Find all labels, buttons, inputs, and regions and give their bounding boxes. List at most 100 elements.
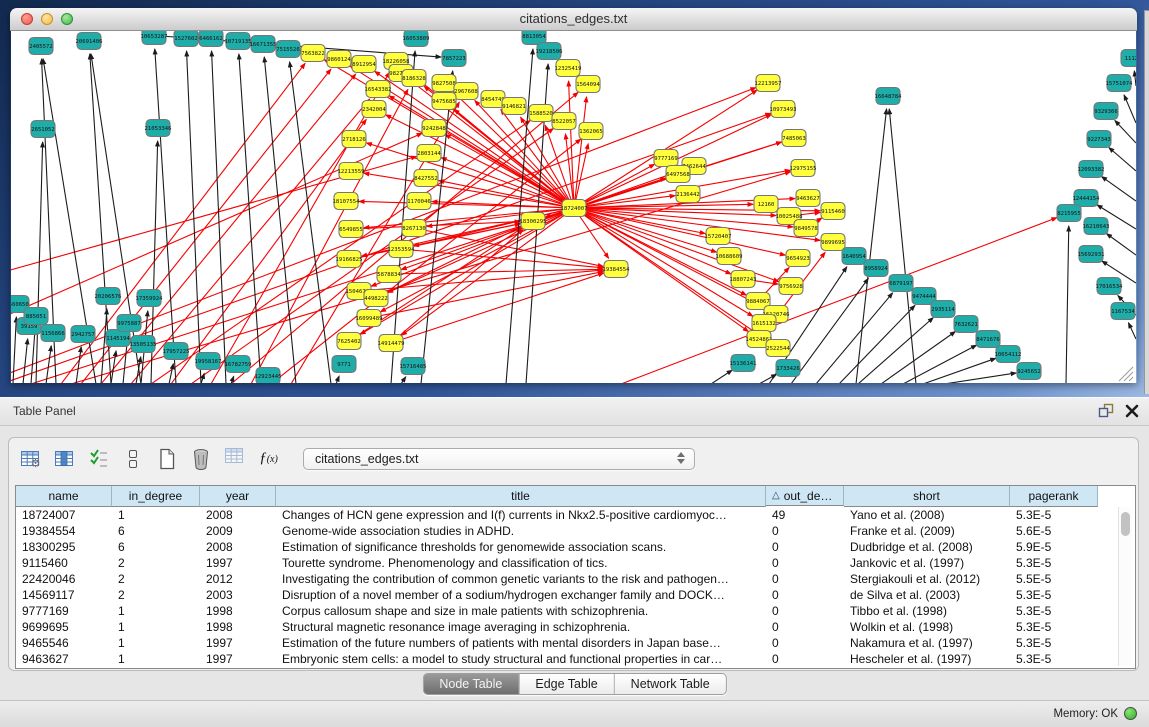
table-cell[interactable]: 2012 [200,571,276,587]
graph-node[interactable]: 4498222 [364,290,388,307]
graph-node[interactable]: 9245652 [1017,363,1041,380]
table-cell[interactable]: Investigating the contribution of common… [276,571,766,587]
graph-node[interactable]: 2942757 [71,326,95,343]
table-cell[interactable]: 0 [766,523,844,539]
table-cell[interactable]: 2009 [200,523,276,539]
graph-node[interactable]: 2803144 [417,145,441,162]
network-window-titlebar[interactable]: citations_edges.txt [10,8,1137,31]
citation-edge-black[interactable] [201,373,204,383]
table-cell[interactable]: Hescheler et al. (1997) [844,651,1010,667]
graph-node[interactable]: 10719135 [225,33,252,50]
table-cell[interactable]: 1998 [200,619,276,635]
citation-edge-black[interactable] [816,293,893,383]
resize-grip-icon[interactable] [1124,372,1133,381]
graph-node[interactable]: 6497568 [666,166,690,183]
citation-edge-black[interactable] [1115,120,1136,143]
table-cell[interactable]: Estimation of significance thresholds fo… [276,539,766,555]
graph-node[interactable]: 1564094 [576,76,600,93]
table-cell[interactable]: 1997 [200,555,276,571]
table-cell[interactable]: Stergiakouli et al. (2012) [844,571,1010,587]
table-cell[interactable]: 2 [112,587,200,603]
tab-edge-table[interactable]: Edge Table [518,674,613,694]
graph-node[interactable]: 7515526 [276,41,300,58]
table-cell[interactable]: de Silva et al. (2003) [844,587,1010,603]
select-column-icon[interactable] [51,445,78,472]
graph-node[interactable]: 9975887 [117,315,141,332]
graph-node[interactable]: 12325419 [555,60,582,77]
graph-node[interactable]: 16053809 [403,31,430,47]
table-cell[interactable]: 5.6E-5 [1010,523,1098,539]
graph-node[interactable]: 2405572 [29,38,53,55]
table-cell[interactable]: 9115460 [16,555,112,571]
graph-node[interactable]: 10654112 [995,346,1022,363]
graph-node[interactable]: 6879197 [889,275,913,292]
table-cell[interactable]: Jankovic et al. (1997) [844,555,1010,571]
graph-node[interactable]: 17359924 [136,290,164,307]
citation-edge-black[interactable] [711,370,732,383]
float-panel-icon[interactable] [1098,403,1114,423]
graph-node[interactable]: 8186328 [402,70,426,87]
table-cell[interactable]: 14569117 [16,587,112,603]
graph-node[interactable]: 1156866 [41,325,65,342]
graph-node[interactable]: 1588520 [529,105,553,122]
table-cell[interactable]: 1997 [200,635,276,651]
graph-node[interactable]: 12444154 [1073,190,1101,207]
citation-edge-black[interactable] [759,374,777,383]
graph-node[interactable]: 8912954 [352,56,376,73]
graph-node[interactable]: 12923445 [255,368,282,384]
graph-node[interactable]: 12353594 [388,241,416,258]
table-cell[interactable]: Corpus callosum shape and size in male p… [276,603,766,619]
graph-node[interactable]: 1170046 [407,193,431,210]
table-cell[interactable]: 5.3E-5 [1010,555,1098,571]
graph-node[interactable]: 16648784 [875,88,903,105]
graph-node[interactable]: 19384554 [603,261,631,278]
graph-node[interactable]: 13505135 [130,336,157,353]
graph-node[interactable]: 7625402 [337,333,361,350]
graph-node[interactable]: 7632621 [954,316,978,333]
table-cell[interactable]: 0 [766,571,844,587]
graph-node[interactable]: 12975155 [790,160,817,177]
graph-node[interactable]: 12093382 [1078,161,1105,178]
graph-node[interactable]: 9115460 [821,203,845,220]
graph-node[interactable]: 8427552 [414,170,438,187]
citation-edge-black[interactable] [1128,323,1136,339]
network-canvas[interactable]: 1872400775638229860124891295416543382234… [11,31,1136,383]
table-cell[interactable]: Franke et al. (2009) [844,523,1010,539]
table-cell[interactable]: 5.3E-5 [1010,603,1098,619]
graph-node[interactable]: 19166825 [336,251,363,268]
graph-node[interactable]: 12213559 [338,163,365,180]
table-cell[interactable]: 9465546 [16,635,112,651]
graph-node[interactable]: 9899695 [821,234,845,251]
graph-node[interactable]: 14914479 [378,335,405,352]
citation-edge-black[interactable] [923,358,996,383]
stack-icon[interactable] [119,445,146,472]
graph-node[interactable]: 9463627 [796,190,820,207]
graph-node[interactable]: 16210643 [1083,218,1110,235]
citation-edge-black[interactable] [401,377,406,383]
graph-node[interactable]: 16099489 [356,310,383,327]
table-cell[interactable]: 0 [766,555,844,571]
graph-node[interactable]: 1733426 [776,360,800,377]
table-cell[interactable]: 22420046 [16,571,112,587]
table-cell[interactable]: 49 [766,507,844,523]
graph-node[interactable]: 9227343 [1087,131,1111,148]
table-cell[interactable]: 1 [112,507,200,523]
citation-edge-red[interactable] [574,97,587,208]
table-cell[interactable]: 0 [766,587,844,603]
citation-edge-black[interactable] [881,331,955,383]
graph-node[interactable]: 9475685 [432,93,456,110]
table-cell[interactable]: 1 [112,651,200,667]
table-cell[interactable]: 0 [766,603,844,619]
graph-node[interactable]: 16782759 [225,356,252,373]
graph-node[interactable]: 18807243 [730,271,757,288]
background-window-edge[interactable] [1144,10,1149,394]
column-header-short[interactable]: short [844,486,1010,507]
table-settings-icon[interactable]: ⚙ [17,445,44,472]
table-cell[interactable]: Genome-wide association studies in ADHD. [276,523,766,539]
graph-node[interactable]: 18724007 [561,200,588,217]
graph-node[interactable]: 18107554 [333,193,361,210]
graph-node[interactable]: 20206576 [95,288,122,305]
table-cell[interactable]: 9463627 [16,651,112,667]
graph-node[interactable]: 10973493 [770,101,797,118]
graph-node[interactable]: 5878834 [377,266,401,283]
